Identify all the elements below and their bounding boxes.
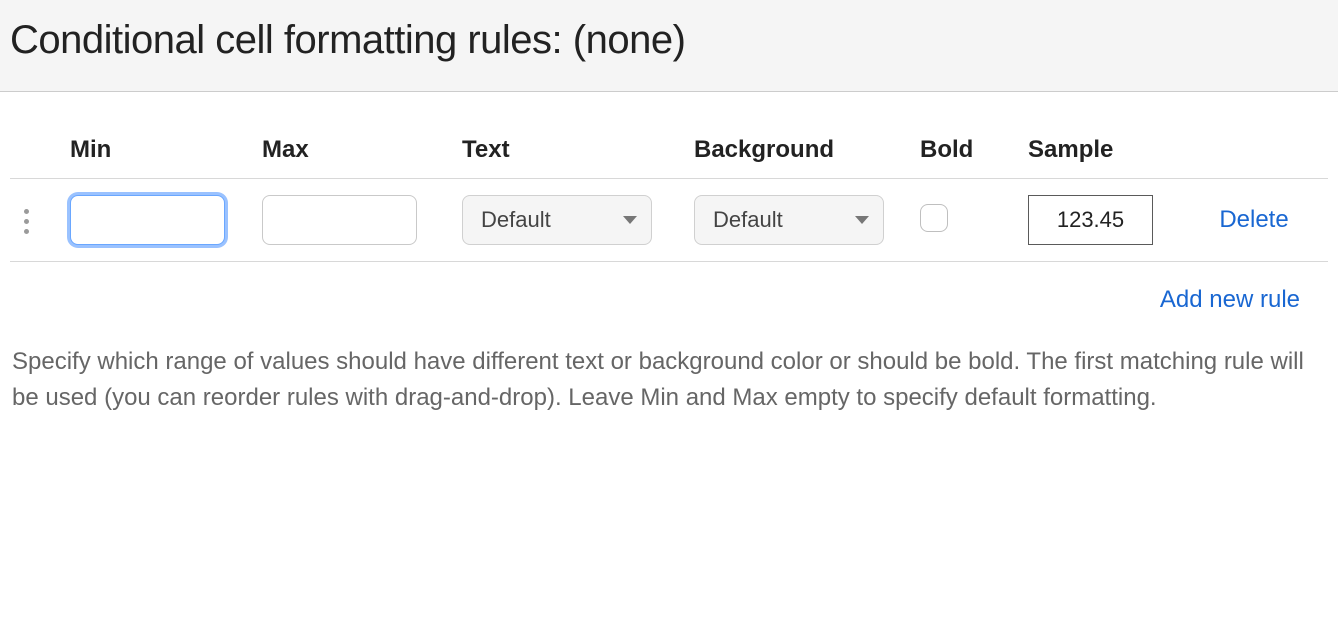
delete-link[interactable]: Delete [1219,206,1288,233]
col-header-sample: Sample [1020,122,1180,179]
col-header-max: Max [254,122,454,179]
background-color-value: Default [713,207,783,233]
dialog-header: Conditional cell formatting rules: (none… [0,0,1338,92]
text-color-value: Default [481,207,551,233]
drag-handle-icon[interactable] [18,203,35,240]
col-header-background: Background [686,122,912,179]
help-text: Specify which range of values should hav… [10,314,1320,416]
max-input[interactable] [262,195,417,245]
add-new-rule-link[interactable]: Add new rule [1160,286,1300,313]
chevron-down-icon [623,216,637,224]
background-color-select[interactable]: Default [694,195,884,245]
col-header-text: Text [454,122,686,179]
sample-cell: 123.45 [1028,195,1153,245]
dialog-body: Min Max Text Background Bold Sample [0,92,1338,416]
chevron-down-icon [855,216,869,224]
bold-checkbox[interactable] [920,204,948,232]
text-color-select[interactable]: Default [462,195,652,245]
rule-row: Default Default 123.45 Del [10,179,1328,262]
col-header-bold: Bold [912,122,1020,179]
min-input[interactable] [70,195,225,245]
dialog-title: Conditional cell formatting rules: (none… [10,18,1328,63]
rules-table: Min Max Text Background Bold Sample [10,122,1328,262]
col-header-min: Min [62,122,254,179]
